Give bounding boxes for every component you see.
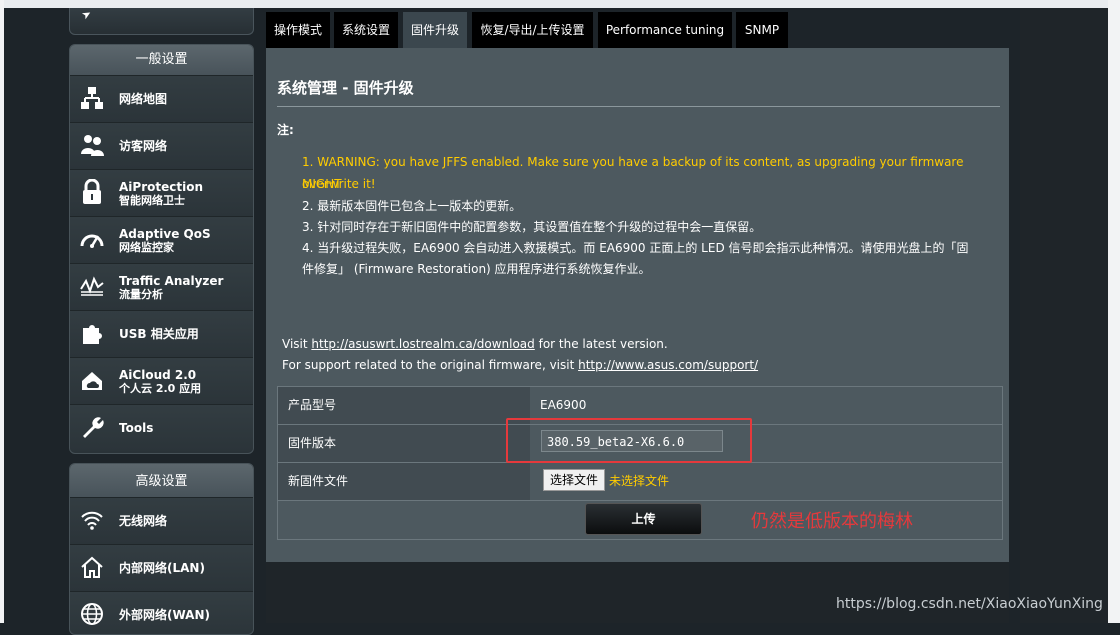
note-3: 3. 针对同时存在于新旧固件中的配置参数，其设置值在整个升级的过程中会一直保留。: [302, 220, 762, 234]
puzzle-icon: [83, 325, 102, 344]
advanced-settings-title: 高级设置: [70, 464, 253, 497]
sidebar-item-label: USB 相关应用: [119, 327, 199, 341]
chart-wave-icon: [80, 276, 104, 296]
sidebar-item-label: AiProtection 智能网络卫士: [119, 180, 203, 207]
globe-icon: [81, 603, 103, 625]
tab-snmp[interactable]: SNMP: [736, 12, 790, 48]
sidebar-item-label: 网络地图: [119, 92, 168, 106]
download-link[interactable]: http://asuswrt.lostrealm.ca/download: [311, 337, 534, 351]
left-edge: [0, 0, 4, 623]
sidebar-item-label: AiCloud 2.0 个人云 2.0 应用: [119, 368, 202, 395]
advanced-settings-group: 高级设置 无线网络 内部网络(LAN) 外部网络(WAN): [69, 463, 254, 635]
watermark: https://blog.csdn.net/XiaoXiaoYunXing: [836, 596, 1103, 612]
visit-line: Visit http://asuswrt.lostrealm.ca/downlo…: [282, 337, 668, 351]
sidebar-item-traffic-analyzer[interactable]: Traffic Analyzer 流量分析: [70, 263, 253, 310]
sidebar-item-label: 访客网络: [119, 139, 168, 153]
choose-file-button[interactable]: 选择文件: [543, 469, 605, 491]
tab-firmware-upgrade[interactable]: 固件升级: [403, 12, 469, 48]
no-file-text: 未选择文件: [609, 474, 670, 488]
sidebar-item-label: Adaptive QoS 网络监控家: [119, 227, 211, 254]
sidebar-item-aicloud[interactable]: AiCloud 2.0 个人云 2.0 应用: [70, 357, 253, 404]
top-strip: [0, 0, 1120, 8]
support-link[interactable]: http://www.asus.com/support/: [578, 358, 758, 372]
sidebar-item-label: 无线网络: [119, 514, 168, 528]
divider: [277, 106, 1000, 107]
note-label: 注:: [277, 123, 294, 137]
sidebar-item-aiprotection[interactable]: AiProtection 智能网络卫士: [70, 169, 253, 216]
sidebar-item-label: 内部网络(LAN): [119, 561, 205, 575]
sidebar-item-wan[interactable]: 外部网络(WAN): [70, 591, 253, 634]
note-warning-cont: overwrite it!: [302, 177, 376, 191]
sidebar-item-usb[interactable]: USB 相关应用: [70, 310, 253, 357]
wifi-icon: [81, 511, 103, 530]
lock-icon: [83, 179, 101, 204]
version-label: 固件版本: [278, 425, 530, 462]
support-line: For support related to the original firm…: [282, 358, 759, 372]
general-settings-title: 一般设置: [70, 45, 253, 75]
annotation-text: 仍然是低版本的梅林: [751, 511, 913, 532]
gauge-icon: [80, 234, 104, 248]
page-title: 系统管理 - 固件升级: [277, 79, 414, 97]
sidebar-item-guest-network[interactable]: 访客网络: [70, 122, 253, 169]
sidebar-item-tools[interactable]: Tools: [70, 404, 253, 451]
sidebar-top-remnant[interactable]: ➤: [69, 6, 254, 35]
panel-bottom: [266, 562, 1009, 623]
upload-button[interactable]: 上传: [585, 503, 702, 535]
model-label: 产品型号: [278, 387, 530, 424]
sidebar-item-label: Tools: [119, 421, 154, 435]
sidebar-item-wireless[interactable]: 无线网络: [70, 497, 253, 544]
sidebar-item-network-map[interactable]: 网络地图: [70, 75, 253, 122]
network-map-icon: [81, 87, 103, 109]
note-4-cont: 件修复」 (Firmware Restoration) 应用程序进行系统恢复作业…: [302, 262, 651, 276]
highlight-box: [506, 418, 752, 463]
arrow-icon: ➤: [79, 6, 94, 23]
file-label: 新固件文件: [278, 463, 530, 500]
sidebar-item-adaptive-qos[interactable]: Adaptive QoS 网络监控家: [70, 216, 253, 263]
cloud-home-icon: [82, 372, 102, 390]
sidebar-item-label: 外部网络(WAN): [119, 608, 210, 622]
note-4: 4. 当升级过程失败，EA6900 会自动进入救援模式。而 EA6900 正面上…: [302, 241, 969, 255]
note-2: 2. 最新版本固件已包含上一版本的更新。: [302, 199, 522, 213]
guest-network-icon: [81, 135, 104, 156]
right-background: [1020, 8, 1108, 623]
general-settings-group: 一般设置 网络地图 访客网络 AiProtection 智能网络卫士 Adapt…: [69, 44, 254, 454]
wrench-icon: [83, 417, 104, 438]
sidebar-item-lan[interactable]: 内部网络(LAN): [70, 544, 253, 591]
sidebar-item-label: Traffic Analyzer 流量分析: [119, 274, 224, 301]
tab-operation-mode[interactable]: 操作模式: [266, 12, 332, 48]
tab-system-settings[interactable]: 系统设置: [334, 12, 400, 48]
tab-performance-tuning[interactable]: Performance tuning: [598, 12, 734, 48]
tab-restore-save-upload[interactable]: 恢复/导出/上传设置: [472, 12, 595, 48]
right-edge: [1108, 0, 1120, 623]
home-icon: [81, 556, 103, 578]
